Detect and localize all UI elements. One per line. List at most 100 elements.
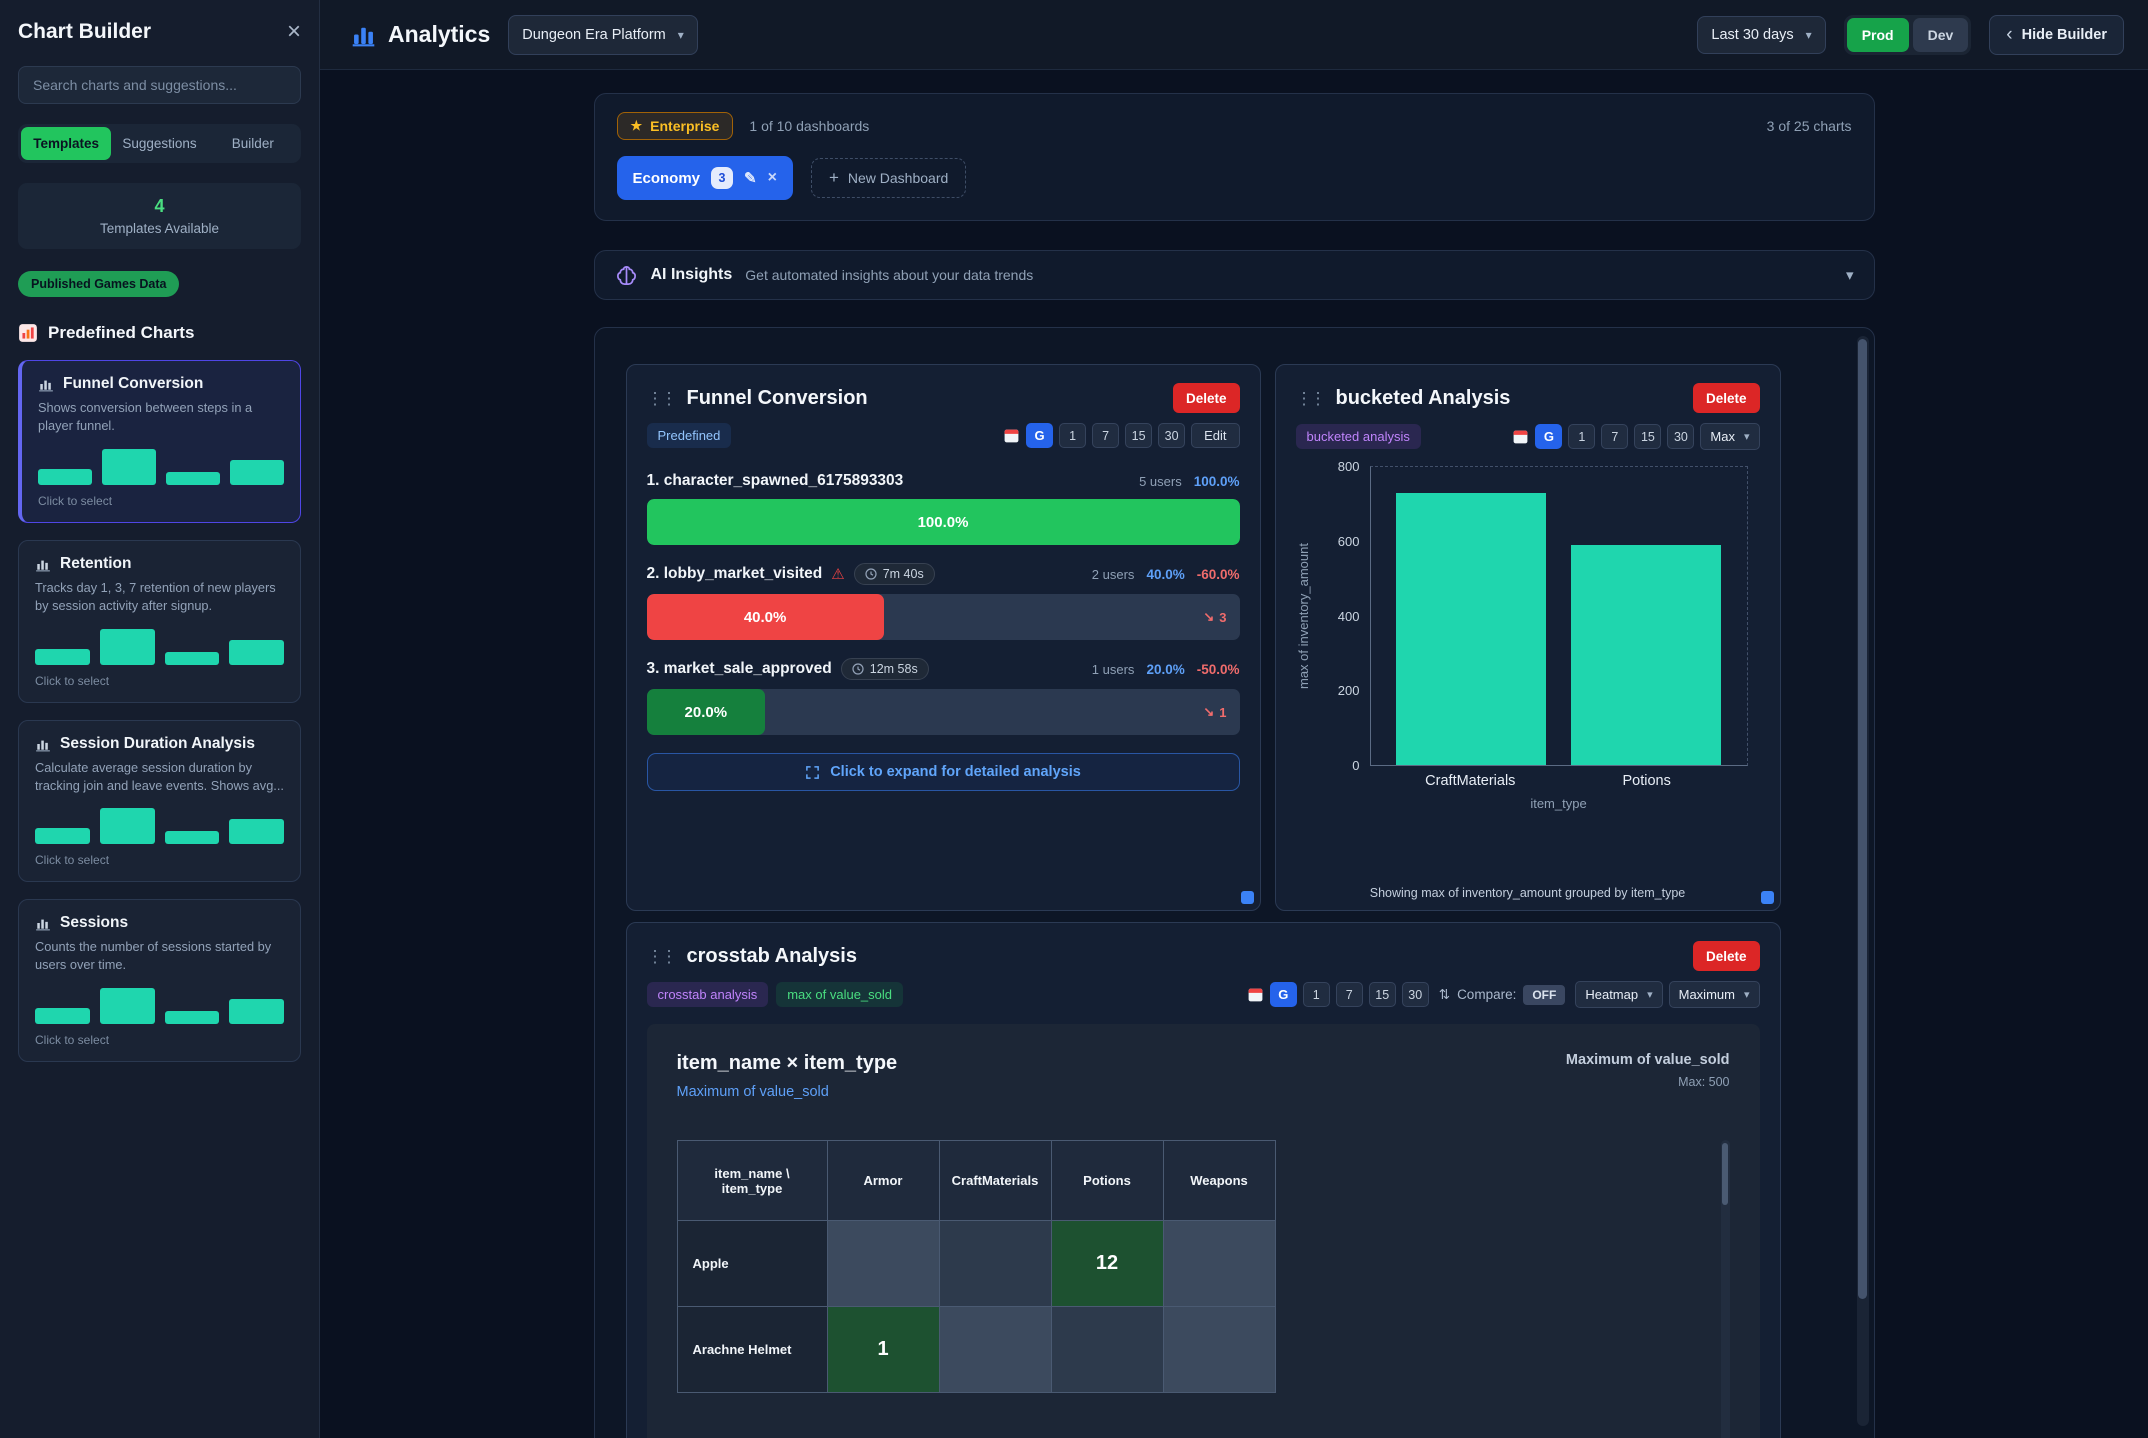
edit-button[interactable]: Edit (1191, 423, 1239, 448)
delete-button[interactable]: Delete (1173, 383, 1240, 413)
bar-craftmaterials[interactable] (1396, 493, 1546, 765)
calendar-icon[interactable] (1247, 986, 1264, 1003)
close-icon[interactable]: × (768, 169, 777, 187)
range-button-30[interactable]: 30 (1667, 424, 1694, 449)
predefined-charts-title: Predefined Charts (48, 323, 194, 343)
template-card-funnel-conversion[interactable]: Funnel Conversion Shows conversion betwe… (18, 360, 301, 523)
new-dashboard-button[interactable]: + New Dashboard (811, 158, 966, 198)
compare-toggle[interactable]: ⇅ Compare: OFF (1439, 985, 1566, 1005)
granularity-button[interactable]: G (1270, 982, 1297, 1007)
step-delta: -60.0% (1197, 567, 1240, 582)
calendar-icon[interactable] (1003, 427, 1020, 444)
granularity-button[interactable]: G (1026, 423, 1053, 448)
step-label: 3. market_sale_approved (647, 660, 832, 678)
chart-title: bucketed Analysis (1336, 387, 1511, 410)
templates-count-label: Templates Available (31, 221, 288, 236)
aggregation-value: Maximum (1679, 987, 1735, 1002)
search-input[interactable] (18, 66, 301, 104)
table-scrollbar-thumb[interactable] (1722, 1143, 1728, 1205)
mini-bar-chart (35, 804, 284, 844)
aggregation-select[interactable]: Maximum ▾ (1669, 981, 1760, 1008)
tab-builder[interactable]: Builder (208, 127, 298, 160)
delete-button[interactable]: Delete (1693, 941, 1760, 971)
range-button-15[interactable]: 15 (1369, 982, 1396, 1007)
template-description: Tracks day 1, 3, 7 retention of new play… (35, 579, 284, 615)
bucketed-analysis-card: ⋮⋮ bucketed Analysis Delete bucketed ana… (1275, 364, 1781, 911)
ai-insights-bar[interactable]: AI Insights Get automated insights about… (594, 250, 1875, 300)
expand-analysis-button[interactable]: Click to expand for detailed analysis (647, 753, 1240, 791)
range-button-30[interactable]: 30 (1158, 423, 1185, 448)
resize-handle[interactable] (1761, 891, 1774, 904)
edit-icon[interactable]: ✎ (744, 169, 757, 187)
heat-cell[interactable] (1163, 1307, 1275, 1393)
app-brand: Analytics (350, 21, 490, 48)
aggregation-value: Max (1710, 429, 1735, 444)
page-title: Analytics (388, 21, 490, 48)
funnel-bar-track: 20.0% ↘ 1 (647, 689, 1240, 735)
heat-cell[interactable] (827, 1221, 939, 1307)
delete-button[interactable]: Delete (1693, 383, 1760, 413)
tab-suggestions[interactable]: Suggestions (114, 127, 204, 160)
range-button-1[interactable]: 1 (1303, 982, 1330, 1007)
heat-cell[interactable]: 12 (1051, 1221, 1163, 1307)
env-dev-button[interactable]: Dev (1913, 18, 1969, 52)
heat-cell[interactable] (1051, 1307, 1163, 1393)
plan-badge: ★ Enterprise (617, 112, 734, 140)
granularity-button[interactable]: G (1535, 424, 1562, 449)
charts-section-icon (18, 323, 38, 343)
dropoff-indicator: ↘ 1 (1203, 689, 1226, 735)
range-button-7[interactable]: 7 (1092, 423, 1119, 448)
matrix-metric-link[interactable]: Maximum of value_sold (677, 1084, 898, 1100)
template-card-retention[interactable]: Retention Tracks day 1, 3, 7 retention o… (18, 540, 301, 703)
duration-pill: 12m 58s (841, 658, 929, 680)
view-mode-value: Heatmap (1585, 987, 1638, 1002)
row-header: Apple (677, 1221, 827, 1307)
range-button-7[interactable]: 7 (1336, 982, 1363, 1007)
range-button-15[interactable]: 15 (1634, 424, 1661, 449)
range-button-1[interactable]: 1 (1568, 424, 1595, 449)
y-axis-ticks: 800 600 400 200 0 (1318, 460, 1370, 772)
dashboard-tab-economy[interactable]: Economy 3 ✎ × (617, 156, 793, 200)
close-icon[interactable]: × (287, 20, 301, 44)
drag-handle-icon[interactable]: ⋮⋮ (647, 948, 675, 965)
range-button-1[interactable]: 1 (1059, 423, 1086, 448)
click-to-select-label: Click to select (35, 853, 284, 867)
analytics-icon (350, 21, 377, 48)
compare-arrows-icon: ⇅ (1439, 987, 1450, 1003)
aggregation-select[interactable]: Max ▾ (1700, 423, 1759, 450)
template-card-session-duration[interactable]: Session Duration Analysis Calculate aver… (18, 720, 301, 883)
panel-scrollbar[interactable] (1857, 336, 1869, 1426)
template-title: Funnel Conversion (63, 375, 203, 393)
bar-potions[interactable] (1571, 545, 1721, 765)
heat-cell[interactable] (939, 1221, 1051, 1307)
heat-cell[interactable]: 1 (827, 1307, 939, 1393)
drag-handle-icon[interactable]: ⋮⋮ (1296, 390, 1324, 407)
env-prod-button[interactable]: Prod (1847, 18, 1909, 52)
funnel-bar-track: 40.0% ↘ 3 (647, 594, 1240, 640)
mini-bar-chart (35, 625, 284, 665)
chevron-down-icon: ▾ (1744, 430, 1750, 443)
drag-handle-icon[interactable]: ⋮⋮ (647, 390, 675, 407)
resize-handle[interactable] (1241, 891, 1254, 904)
table-corner-header: item_name \ item_type (677, 1141, 827, 1221)
heat-cell[interactable] (939, 1307, 1051, 1393)
dropoff-arrow-icon: ↘ (1203, 704, 1214, 720)
chevron-down-icon[interactable]: ▾ (1846, 266, 1854, 284)
hide-builder-button[interactable]: ‹ Hide Builder (1989, 15, 2124, 55)
tab-templates[interactable]: Templates (21, 127, 111, 160)
templates-available-box: 4 Templates Available (18, 183, 301, 249)
range-button-30[interactable]: 30 (1402, 982, 1429, 1007)
range-button-15[interactable]: 15 (1125, 423, 1152, 448)
heat-cell[interactable] (1163, 1221, 1275, 1307)
x-tick: CraftMaterials (1395, 773, 1546, 792)
panel-scrollbar-thumb[interactable] (1858, 339, 1867, 1299)
project-select[interactable]: Dungeon Era Platform ▾ (508, 15, 698, 55)
calendar-icon[interactable] (1512, 428, 1529, 445)
range-button-7[interactable]: 7 (1601, 424, 1628, 449)
step-users: 2 users (1092, 567, 1135, 582)
view-mode-select[interactable]: Heatmap ▾ (1575, 981, 1662, 1008)
chart-type-badge: bucketed analysis (1296, 424, 1421, 449)
date-range-select[interactable]: Last 30 days ▾ (1697, 16, 1825, 54)
template-card-sessions[interactable]: Sessions Counts the number of sessions s… (18, 899, 301, 1062)
table-scrollbar[interactable] (1721, 1140, 1730, 1438)
